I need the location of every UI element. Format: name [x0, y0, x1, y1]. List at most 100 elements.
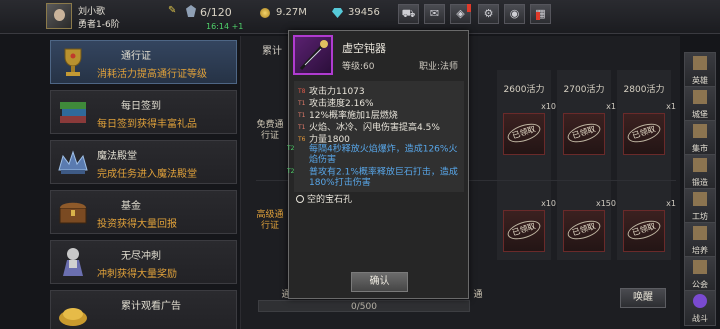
reward-multiplier: x1: [606, 102, 616, 111]
workshop-icon: [693, 192, 707, 206]
nav-training[interactable]: 培养: [684, 222, 716, 258]
item-class: 职业:法师: [418, 62, 458, 72]
pass-tab-label[interactable]: 累计: [262, 42, 282, 57]
sidebar-item-title: 每日签到: [121, 101, 161, 112]
knight-icon: [63, 248, 83, 276]
nav-label: 战斗: [692, 314, 708, 323]
reward-slot[interactable]: x1 已领取: [623, 102, 676, 155]
mail-icon[interactable]: ✉: [424, 4, 445, 24]
sidebar-item-endless-sprint[interactable]: 无尽冲刺 冲刺获得大量奖励: [50, 240, 237, 284]
color-wheel-icon[interactable]: ◉: [504, 4, 525, 24]
nav-workshop[interactable]: 工坊: [684, 188, 716, 224]
claimed-stamp: 已领取: [625, 120, 663, 146]
stat-tier: T6: [298, 136, 306, 143]
gem-icon: [332, 8, 343, 18]
castle-icon: [693, 90, 707, 104]
sidebar-item-title: 累计观看广告: [121, 301, 181, 312]
gold-pile-icon: [59, 308, 87, 326]
reward-cost: 2700活力: [563, 85, 605, 95]
sidebar-item-pass[interactable]: 通行证 消耗活力提高通行证等级: [50, 40, 237, 84]
reward-multiplier: x1: [666, 102, 676, 111]
settings-gear-icon[interactable]: ⚙: [478, 4, 499, 24]
empty-socket-icon: [296, 195, 304, 203]
reward-cost: 2800活力: [623, 85, 665, 95]
stat-tier: T1: [298, 112, 306, 119]
reward-slot[interactable]: x10 已领取: [503, 102, 556, 155]
stat-text: 普攻有2.1%概率释放巨石打击，造成180%打击伤害: [309, 167, 458, 188]
item-icon: [293, 35, 333, 75]
claimed-stamp: 已领取: [505, 217, 543, 243]
stat-tier: T1: [298, 124, 306, 131]
alert-dot-icon: [467, 4, 471, 12]
nav-forge[interactable]: 锻造: [684, 154, 716, 190]
reward-slot[interactable]: x1 已领取: [563, 102, 616, 155]
gold-coin-icon: [260, 8, 270, 18]
partial-label: 通: [473, 290, 483, 300]
item-detail-popup: 虚空钝器 等级:60 职业:法师 T8 攻击力11073 T1 攻击速度2.16% …: [287, 30, 469, 299]
gold-value: 9.27M: [276, 7, 307, 18]
magic-staff-icon: [299, 40, 328, 71]
event-icon[interactable]: ▦: [530, 4, 551, 24]
edit-icon[interactable]: ✎: [168, 5, 176, 16]
nav-label: 集市: [692, 144, 708, 153]
gem-value: 39456: [348, 7, 380, 18]
guild-icon: [693, 260, 707, 274]
stamina-value: 6/120: [200, 6, 232, 19]
item-name: 虚空钝器: [342, 42, 386, 55]
nav-castle[interactable]: 城堡: [684, 86, 716, 122]
nav-label: 城堡: [692, 110, 708, 119]
market-icon: [693, 124, 707, 138]
stat-text: 每隔4秒释放火焰爆炸，造成126%火焰伤害: [309, 144, 458, 165]
stat-tier: T2: [287, 145, 295, 152]
stamina-regen-timer: 16:14 +1: [206, 22, 244, 31]
socket-label: 空的宝石孔: [307, 195, 353, 205]
claimed-stamp: 已领取: [565, 120, 603, 146]
nav-label: 英雄: [692, 76, 708, 85]
sidebar-item-title: 通行证: [121, 51, 151, 62]
reward-multiplier: x10: [541, 199, 556, 208]
item-level: 等级:60: [342, 62, 375, 72]
reward-slot[interactable]: x1 已领取: [623, 199, 676, 252]
sidebar-item-ad-watch[interactable]: 累计观看广告: [50, 290, 237, 329]
sidebar-item-desc: 完成任务进入魔法殿堂: [97, 169, 197, 180]
stat-tier: T2: [287, 168, 295, 175]
shop-cart-icon[interactable]: ⛟: [398, 4, 419, 24]
anvil-icon: [693, 158, 707, 172]
reward-multiplier: x150: [595, 199, 616, 208]
sidebar-item-desc: 消耗活力提高通行证等级: [97, 69, 207, 80]
sidebar-item-daily-signin[interactable]: 每日签到 每日签到获得丰富礼品: [50, 90, 237, 134]
stat-line: T2 普攻有2.1%概率释放巨石打击，造成180%打击伤害: [287, 167, 462, 188]
stat-tier: T1: [298, 100, 306, 107]
nav-battle[interactable]: 战斗: [684, 290, 716, 326]
stat-line: T2 每隔4秒释放火焰爆炸，造成126%火焰伤害: [287, 144, 462, 165]
confirm-button[interactable]: 确认: [351, 272, 408, 292]
claimed-stamp: 已领取: [505, 120, 543, 146]
goblet-icon: [64, 48, 82, 76]
nav-label: 锻造: [692, 178, 708, 187]
wake-button[interactable]: 唤醒: [620, 288, 666, 308]
gem-socket: 空的宝石孔: [296, 192, 352, 205]
top-bar: 刘小歌 勇者1-6阶 ✎ 6/120 16:14 +1 9.27M 39456 …: [0, 0, 720, 34]
sidebar-item-desc: 投资获得大量回报: [97, 219, 177, 230]
pass-progress-text: 0/500: [351, 302, 377, 312]
nav-guild[interactable]: 公会: [684, 256, 716, 292]
reward-multiplier: x10: [541, 102, 556, 111]
nav-hero[interactable]: 英雄: [684, 52, 716, 88]
sidebar-item-fund[interactable]: 基金 投资获得大量回报: [50, 190, 237, 234]
reward-cost: 2600活力: [503, 85, 545, 95]
books-icon: [60, 102, 86, 123]
player-rank: 勇者1-6阶: [78, 20, 120, 30]
reward-slot[interactable]: x150 已领取: [563, 199, 616, 252]
portal-icon: [693, 294, 707, 308]
player-name: 刘小歌: [78, 7, 106, 17]
claimed-stamp: 已领取: [625, 217, 663, 243]
reward-slot[interactable]: x10 已领取: [503, 199, 556, 252]
sidebar-item-title: 无尽冲刺: [121, 251, 161, 262]
premium-row-label: 高级通行证: [256, 210, 284, 231]
nav-label: 培养: [692, 246, 708, 255]
nav-market[interactable]: 集市: [684, 120, 716, 156]
hero-icon: [693, 56, 707, 70]
treasure-chest-icon: [59, 202, 87, 224]
sidebar-item-magic-hall[interactable]: 魔法殿堂 完成任务进入魔法殿堂: [50, 140, 237, 184]
avatar[interactable]: [46, 3, 72, 29]
